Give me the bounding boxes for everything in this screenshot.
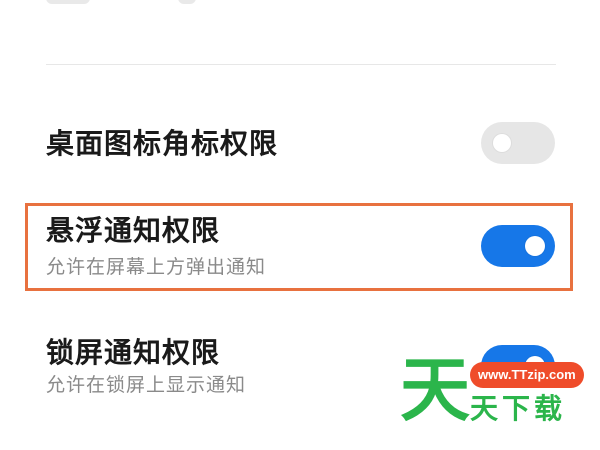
previous-row-remnant — [46, 0, 90, 4]
setting-title: 桌面图标角标权限 — [46, 127, 279, 160]
previous-row-remnant — [178, 0, 196, 4]
toggle-knob — [493, 134, 511, 152]
watermark-logo: 天 www.TTzip.com 天下载 — [398, 349, 584, 432]
watermark-big-char: 天 — [400, 349, 470, 431]
watermark-text: 天下载 — [470, 392, 567, 425]
highlight-box — [25, 203, 573, 291]
setting-title: 锁屏通知权限 — [46, 336, 221, 369]
watermark-url: www.TTzip.com — [470, 362, 584, 388]
badge-permission-toggle[interactable] — [481, 122, 555, 164]
setting-description: 允许在锁屏上显示通知 — [46, 374, 247, 396]
settings-page: 桌面图标角标权限 悬浮通知权限 允许在屏幕上方弹出通知 锁屏通知权限 允许在锁屏… — [0, 0, 600, 450]
divider — [46, 64, 556, 65]
